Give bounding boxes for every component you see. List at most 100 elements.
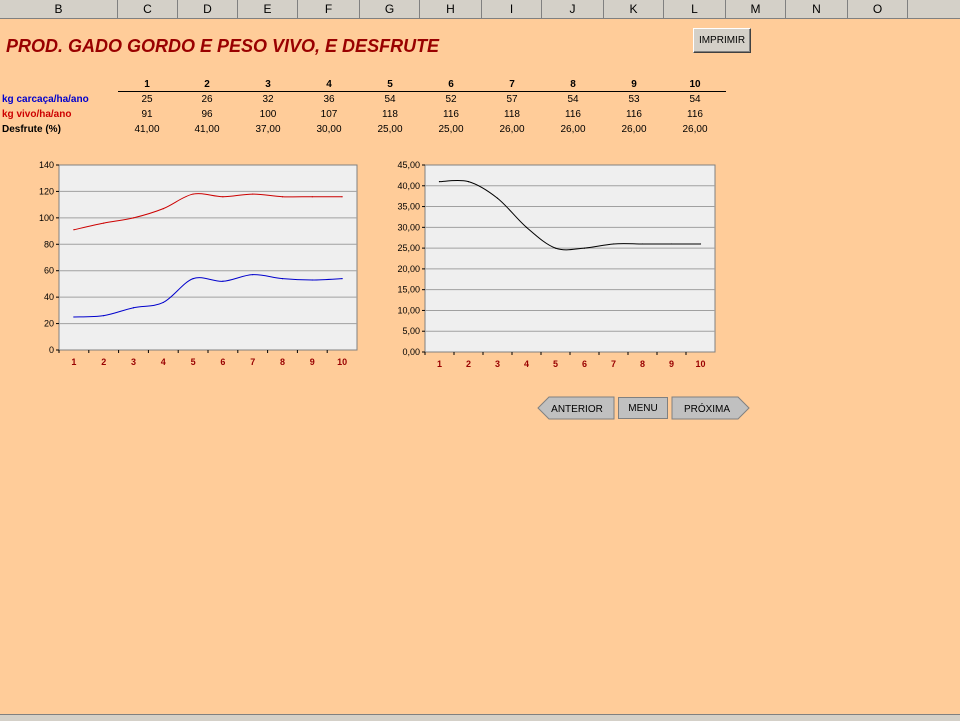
column-header-e[interactable]: E: [238, 0, 298, 18]
x-tick-label: 2: [101, 357, 106, 367]
data-point: [162, 301, 164, 304]
x-tick-label: 6: [220, 357, 225, 367]
y-tick-label: 5,00: [402, 326, 420, 336]
table-cell: 107: [320, 109, 338, 120]
data-point: [496, 197, 499, 199]
column-header-f[interactable]: F: [298, 0, 360, 18]
column-header-h[interactable]: H: [420, 0, 482, 18]
table-header-cell: 4: [326, 79, 332, 90]
table-header-cell: 1: [144, 79, 150, 90]
table-cell: 116: [443, 109, 459, 120]
y-tick-label: 30,00: [397, 222, 420, 232]
y-tick-label: 20: [44, 319, 54, 329]
data-point: [252, 274, 254, 276]
table-cell: 54: [689, 94, 701, 105]
table-cell: 26,00: [560, 124, 586, 135]
x-tick-label: 8: [280, 357, 285, 367]
data-point: [554, 247, 557, 249]
column-header-l[interactable]: L: [664, 0, 726, 18]
table-cell: 30,00: [316, 124, 342, 135]
table-cell: 100: [259, 109, 277, 120]
anterior-button[interactable]: ANTERIOR: [537, 396, 615, 420]
y-tick-label: 0: [49, 345, 54, 355]
table-cell: 26,00: [499, 124, 525, 135]
anterior-button-label[interactable]: ANTERIOR: [551, 404, 603, 415]
table-row-label: kg vivo/ha/ano: [2, 109, 72, 120]
data-point: [670, 243, 673, 245]
column-header-b[interactable]: B: [0, 0, 118, 18]
print-button[interactable]: IMPRIMIR: [693, 28, 751, 53]
proxima-button[interactable]: PRÓXIMA: [671, 396, 751, 420]
table-cell: 96: [201, 109, 213, 120]
table-header-cell: 3: [265, 79, 271, 90]
y-tick-label: 0,00: [402, 347, 420, 357]
plot-area: [424, 164, 716, 353]
data-point: [222, 196, 224, 198]
data-point: [281, 196, 284, 198]
table-cell: 91: [141, 109, 153, 120]
column-header-g[interactable]: G: [360, 0, 420, 18]
plot-area: [58, 164, 358, 351]
data-point: [73, 316, 75, 318]
data-point: [103, 315, 105, 317]
data-point: [103, 222, 105, 224]
x-tick-label: 4: [161, 357, 166, 367]
column-header-i[interactable]: I: [482, 0, 542, 18]
data-point: [341, 196, 343, 198]
table-header-divider: [118, 91, 726, 92]
table-cell: 54: [567, 94, 579, 105]
table-header-cell: 5: [387, 79, 393, 90]
x-tick-label: 1: [437, 359, 442, 369]
column-header-d[interactable]: D: [178, 0, 238, 18]
data-point: [583, 247, 586, 249]
data-point: [525, 226, 528, 228]
page-title: PROD. GADO GORDO E PESO VIVO, E DESFRUTE: [6, 36, 440, 56]
table-cell: 26,00: [682, 124, 708, 135]
table-cell: 116: [687, 109, 703, 120]
data-point: [132, 217, 135, 219]
table-cell: 26: [201, 94, 213, 105]
table-row-label: Desfrute (%): [2, 124, 61, 135]
y-tick-label: 20,00: [397, 264, 420, 274]
x-tick-label: 9: [310, 357, 315, 367]
y-tick-label: 40: [44, 292, 54, 302]
y-tick-label: 35,00: [397, 202, 420, 212]
y-tick-label: 25,00: [397, 243, 420, 253]
table-header-cell: 9: [631, 79, 637, 90]
table-cell: 53: [628, 94, 640, 105]
menu-button[interactable]: MENU: [618, 397, 668, 419]
table-row-label: kg carcaça/ha/ano: [2, 94, 89, 105]
column-header-k[interactable]: K: [604, 0, 664, 18]
x-tick-label: 7: [611, 359, 616, 369]
table-cell: 25,00: [377, 124, 403, 135]
table-cell: 41,00: [134, 124, 160, 135]
column-header-n[interactable]: N: [786, 0, 848, 18]
data-point: [222, 280, 224, 282]
table-cell: 25: [141, 94, 153, 105]
table-cell: 32: [262, 94, 274, 105]
table-cell: 25,00: [438, 124, 464, 135]
data-point: [467, 181, 470, 183]
column-header-c[interactable]: C: [118, 0, 178, 18]
x-tick-label: 2: [466, 359, 471, 369]
column-header-j[interactable]: J: [542, 0, 604, 18]
table-cell: 54: [384, 94, 396, 105]
table-cell: 36: [323, 94, 335, 105]
x-tick-label: 5: [553, 359, 558, 369]
x-tick-label: 10: [695, 359, 705, 369]
column-header-o[interactable]: O: [848, 0, 908, 18]
column-header-m[interactable]: M: [726, 0, 786, 18]
data-point: [311, 196, 313, 198]
table-header-cell: 10: [689, 79, 701, 90]
x-tick-label: 5: [191, 357, 196, 367]
y-tick-label: 100: [39, 213, 54, 223]
table-cell: 26,00: [621, 124, 647, 135]
proxima-button-label[interactable]: PRÓXIMA: [684, 402, 730, 415]
x-tick-label: 1: [71, 357, 76, 367]
data-point: [73, 229, 75, 231]
x-tick-label: 3: [131, 357, 136, 367]
data-point: [641, 243, 644, 245]
x-tick-label: 7: [250, 357, 255, 367]
table-header-cell: 8: [570, 79, 576, 90]
data-point: [132, 307, 135, 309]
